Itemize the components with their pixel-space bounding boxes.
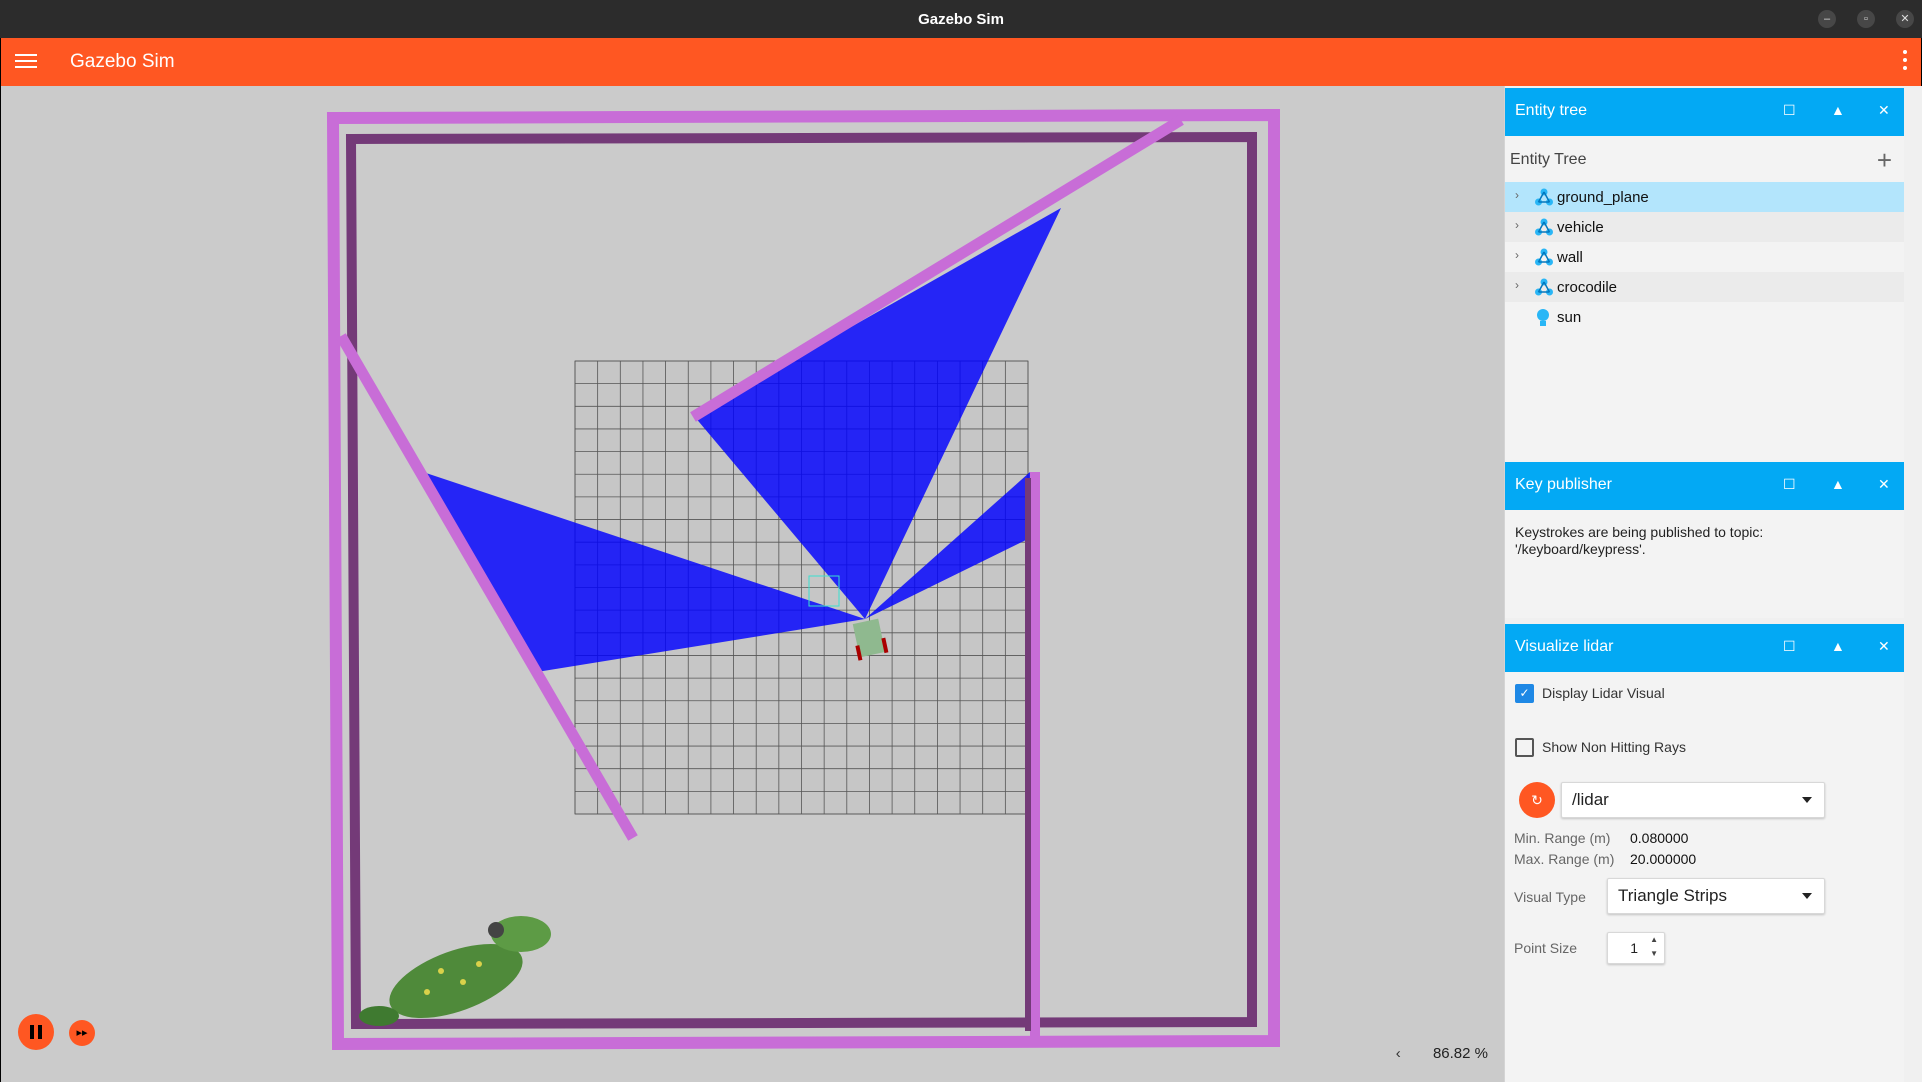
key-publisher-header: Key publisher ☐ ▲ ✕ [1505, 462, 1904, 510]
hamburger-icon[interactable] [15, 50, 37, 72]
tree-item-label: vehicle [1557, 219, 1604, 236]
zoom-indicator: ‹ 86.82 % [1396, 1045, 1488, 1062]
visualize-lidar-header: Visualize lidar ☐ ▲ ✕ [1505, 624, 1904, 672]
refresh-icon[interactable]: ↻ [1519, 782, 1555, 818]
add-entity-icon[interactable]: + [1877, 145, 1892, 176]
display-lidar-checkbox[interactable]: ✓ Display Lidar Visual [1515, 684, 1665, 704]
tree-item-label: crocodile [1557, 279, 1618, 296]
maximize-icon[interactable]: ☐ [1783, 102, 1796, 119]
model-icon [1535, 278, 1553, 300]
tree-item-crocodile[interactable]: › crocodile [1505, 272, 1904, 302]
spin-down-icon[interactable]: ▼ [1650, 949, 1658, 958]
visualize-lidar-panel: Visualize lidar ☐ ▲ ✕ ✓ Display Lidar Vis… [1505, 624, 1904, 1082]
model-icon [1535, 188, 1553, 210]
close-panel-icon[interactable]: ✕ [1878, 638, 1890, 655]
checkbox-label: Display Lidar Visual [1542, 685, 1665, 702]
collapse-icon[interactable]: ‹ [1396, 1045, 1401, 1062]
checkbox-checked-icon[interactable]: ✓ [1515, 684, 1534, 703]
tree-item-wall[interactable]: › wall [1505, 242, 1904, 272]
message-line: '/keyboard/keypress'. [1515, 541, 1646, 557]
collapse-up-icon[interactable]: ▲ [1831, 476, 1845, 492]
max-range: Max. Range (m) 20.000000 [1514, 851, 1696, 867]
model-icon [1535, 218, 1553, 240]
min-range-value: 0.080000 [1630, 830, 1689, 846]
spin-up-icon[interactable]: ▲ [1650, 935, 1658, 944]
maximize-icon[interactable]: ☐ [1783, 638, 1796, 655]
scene-render [326, 108, 1280, 1051]
fast-forward-icon[interactable]: ▸▸ [69, 1020, 95, 1046]
message-line: Keystrokes are being published to topic: [1515, 524, 1764, 540]
window-title: Gazebo Sim [918, 11, 1004, 28]
window-titlebar: Gazebo Sim – ▫ ✕ [0, 0, 1922, 38]
light-icon [1535, 308, 1551, 332]
app-bar: Gazebo Sim [1, 38, 1921, 86]
zoom-value: 86.82 % [1432, 1045, 1488, 1062]
tree-item-label: wall [1557, 249, 1583, 266]
checkbox-label: Show Non Hitting Rays [1542, 739, 1686, 756]
tree-item-label: ground_plane [1557, 189, 1649, 206]
panel-title: Entity tree [1515, 102, 1588, 119]
visual-type-select[interactable]: Triangle Strips [1607, 878, 1825, 914]
entity-list: › ground_plane › vehicle › wall › crocodile sun [1505, 182, 1904, 332]
checkbox-unchecked-icon[interactable] [1515, 738, 1534, 757]
close-panel-icon[interactable]: ✕ [1878, 476, 1890, 493]
minimize-icon[interactable]: – [1818, 10, 1836, 28]
chevron-down-icon [1802, 893, 1812, 899]
non-hitting-rays-checkbox[interactable]: Show Non Hitting Rays [1515, 738, 1686, 758]
tree-label: Entity Tree [1510, 151, 1587, 168]
collapse-up-icon[interactable]: ▲ [1831, 638, 1845, 654]
chevron-right-icon[interactable]: › [1515, 278, 1519, 292]
tree-item-ground_plane[interactable]: › ground_plane [1505, 182, 1904, 212]
entity-tree-panel: Entity tree ☐ ▲ ✕ Entity Tree + › ground_… [1505, 88, 1904, 462]
selected-visual-type: Triangle Strips [1618, 886, 1727, 905]
chevron-right-icon[interactable]: › [1515, 248, 1519, 262]
restore-icon[interactable]: ▫ [1857, 10, 1875, 28]
right-sidebar: Entity tree ☐ ▲ ✕ Entity Tree + › ground_… [1504, 86, 1922, 1082]
close-panel-icon[interactable]: ✕ [1878, 102, 1890, 119]
close-icon[interactable]: ✕ [1896, 10, 1914, 28]
point-size-spinbox[interactable]: 1 ▲ ▼ [1607, 932, 1665, 964]
max-range-value: 20.000000 [1630, 851, 1697, 867]
chevron-right-icon[interactable]: › [1515, 218, 1519, 232]
max-range-label: Max. Range (m) [1514, 851, 1615, 867]
point-size-value: 1 [1630, 940, 1638, 956]
pause-icon[interactable] [18, 1014, 54, 1050]
min-range-label: Min. Range (m) [1514, 830, 1611, 846]
kebab-icon[interactable] [1903, 50, 1909, 74]
tree-item-sun[interactable]: sun [1505, 302, 1904, 332]
lidar-topic-select[interactable]: /lidar [1561, 782, 1825, 818]
crocodile-model [359, 916, 551, 1026]
app-title: Gazebo Sim [70, 51, 175, 72]
entity-tree-toolbar: Entity Tree + [1505, 136, 1904, 182]
panel-title: Visualize lidar [1515, 638, 1614, 655]
entity-tree-header: Entity tree ☐ ▲ ✕ [1505, 88, 1904, 136]
chevron-right-icon[interactable]: › [1515, 188, 1519, 202]
panel-title: Key publisher [1515, 476, 1612, 493]
tree-item-vehicle[interactable]: › vehicle [1505, 212, 1904, 242]
selected-topic: /lidar [1572, 790, 1609, 809]
model-icon [1535, 248, 1553, 270]
3d-scene-viewport[interactable]: ▸▸ ‹ 86.82 % [1, 86, 1504, 1082]
min-range: Min. Range (m) 0.080000 [1514, 830, 1688, 846]
key-publisher-panel: Key publisher ☐ ▲ ✕ Keystrokes are being… [1505, 462, 1904, 618]
collapse-up-icon[interactable]: ▲ [1831, 102, 1845, 118]
chevron-down-icon [1802, 797, 1812, 803]
tree-item-label: sun [1557, 309, 1582, 326]
key-publisher-message: Keystrokes are being published to topic:… [1505, 510, 1904, 572]
maximize-icon[interactable]: ☐ [1783, 476, 1796, 493]
